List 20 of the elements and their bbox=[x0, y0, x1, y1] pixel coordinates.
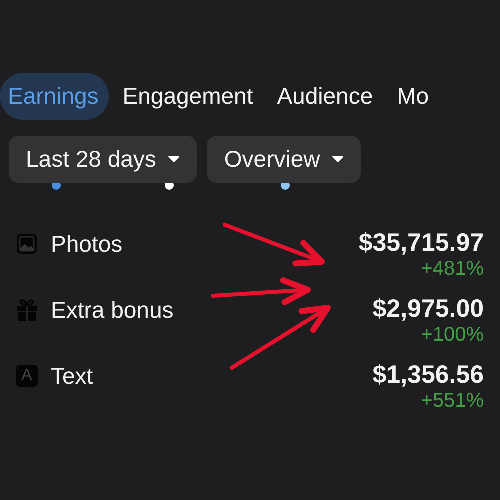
change-percent: +551% bbox=[421, 390, 484, 413]
category-label: Text bbox=[51, 362, 94, 390]
tab[interactable]: Earnings bbox=[0, 73, 109, 120]
gift-icon bbox=[16, 298, 38, 322]
caret-icon bbox=[168, 156, 180, 163]
earnings-amount: $2,975.00 bbox=[372, 295, 484, 324]
category-label: Photos bbox=[51, 230, 123, 258]
earnings-amount: $1,356.56 bbox=[372, 361, 484, 390]
image-icon bbox=[16, 233, 38, 255]
caret-icon bbox=[332, 156, 344, 163]
earnings-amount: $35,715.97 bbox=[358, 229, 484, 258]
dropdown-button[interactable]: Last 28 days bbox=[9, 136, 198, 183]
tab[interactable]: Audience bbox=[267, 73, 384, 120]
category-label: Extra bonus bbox=[51, 296, 174, 324]
dropdown-button[interactable]: Overview bbox=[207, 136, 362, 183]
tab[interactable]: Engagement bbox=[112, 73, 264, 120]
tab[interactable]: Mo bbox=[387, 73, 440, 120]
change-percent: +100% bbox=[421, 324, 484, 347]
text-icon: A bbox=[16, 365, 38, 387]
change-percent: +481% bbox=[421, 258, 484, 281]
